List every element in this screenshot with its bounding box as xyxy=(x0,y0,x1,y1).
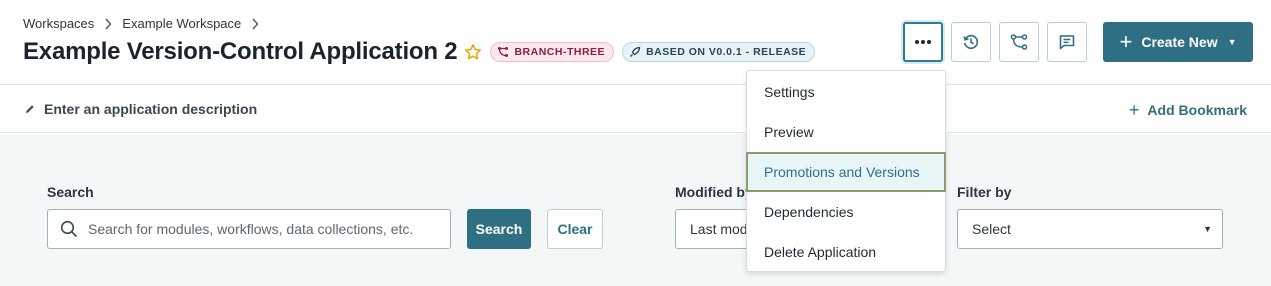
page-header: Workspaces Example Workspace Example Ver… xyxy=(0,0,1271,85)
breadcrumb-workspaces[interactable]: Workspaces xyxy=(23,16,94,31)
add-bookmark-button[interactable]: + Add Bookmark xyxy=(1129,101,1247,119)
description-edit[interactable]: Enter an application description xyxy=(25,101,257,117)
history-icon xyxy=(963,34,979,49)
search-field[interactable] xyxy=(47,209,451,249)
breadcrumb-example-workspace[interactable]: Example Workspace xyxy=(122,16,241,31)
modified-by-label: Modified by xyxy=(675,184,753,200)
filter-by-select[interactable]: Select ▼ xyxy=(957,209,1223,249)
search-icon xyxy=(60,220,78,238)
comment-icon xyxy=(1059,35,1075,50)
comments-button[interactable] xyxy=(1047,22,1087,62)
branches-button[interactable] xyxy=(999,22,1039,62)
add-bookmark-label: Add Bookmark xyxy=(1147,102,1247,118)
menu-item-dependencies[interactable]: Dependencies xyxy=(747,192,945,232)
menu-item-promotions-and-versions[interactable]: Promotions and Versions xyxy=(746,152,946,192)
search-input[interactable] xyxy=(88,221,448,237)
branch-badge-label: BRANCH-THREE xyxy=(514,46,606,58)
branch-badge: BRANCH-THREE xyxy=(490,42,615,62)
pencil-icon xyxy=(26,105,34,113)
description-bar: Enter an application description + Add B… xyxy=(0,86,1271,133)
caret-down-icon: ▼ xyxy=(1203,224,1212,234)
filter-by-value: Select xyxy=(972,221,1011,237)
create-new-label: Create New xyxy=(1141,34,1218,50)
more-options-menu: Settings Preview Promotions and Versions… xyxy=(746,70,946,272)
title-row: Example Version-Control Application 2 BR… xyxy=(23,38,816,66)
filter-by-label: Filter by xyxy=(957,184,1012,200)
clear-button[interactable]: Clear xyxy=(547,209,603,249)
menu-item-preview[interactable]: Preview xyxy=(747,112,945,152)
chevron-right-icon xyxy=(251,18,259,30)
ellipsis-icon xyxy=(915,40,931,44)
plus-icon: + xyxy=(1128,100,1140,120)
based-on-badge-label: BASED ON V0.0.1 - RELEASE xyxy=(646,46,807,58)
history-button[interactable] xyxy=(951,22,991,62)
description-placeholder: Enter an application description xyxy=(44,101,258,117)
menu-item-settings[interactable]: Settings xyxy=(747,72,945,112)
page-title: Example Version-Control Application 2 xyxy=(23,38,458,65)
menu-item-delete-application[interactable]: Delete Application xyxy=(747,232,945,272)
chevron-right-icon xyxy=(104,18,112,30)
header-toolbar: + Create New ▼ xyxy=(903,22,1253,62)
caret-down-icon: ▼ xyxy=(1227,37,1237,47)
rocket-icon xyxy=(630,46,641,57)
breadcrumb: Workspaces Example Workspace xyxy=(23,16,269,31)
branch-icon xyxy=(1010,34,1028,50)
search-label: Search xyxy=(47,184,94,200)
plus-icon: + xyxy=(1119,29,1133,54)
filter-panel: Search Search Clear Modified by Last mod… xyxy=(0,134,1271,286)
create-new-button[interactable]: + Create New ▼ xyxy=(1103,22,1253,62)
search-button[interactable]: Search xyxy=(467,209,531,249)
star-icon[interactable] xyxy=(464,43,482,61)
based-on-badge: BASED ON V0.0.1 - RELEASE xyxy=(622,42,816,62)
more-options-button[interactable] xyxy=(903,22,943,62)
branch-icon xyxy=(498,47,509,57)
